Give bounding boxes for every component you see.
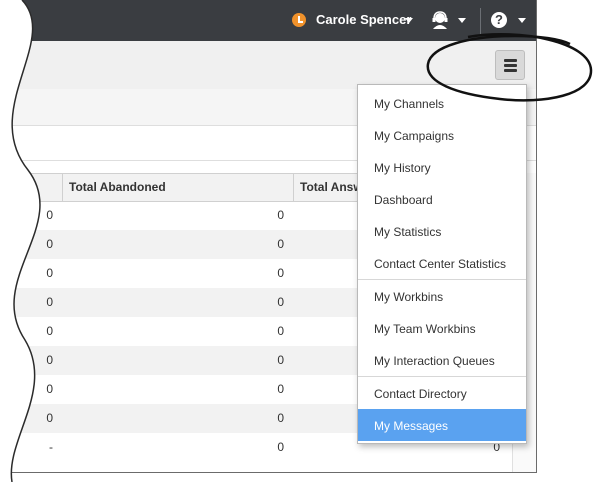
highlight-oval-annotation xyxy=(426,33,593,102)
